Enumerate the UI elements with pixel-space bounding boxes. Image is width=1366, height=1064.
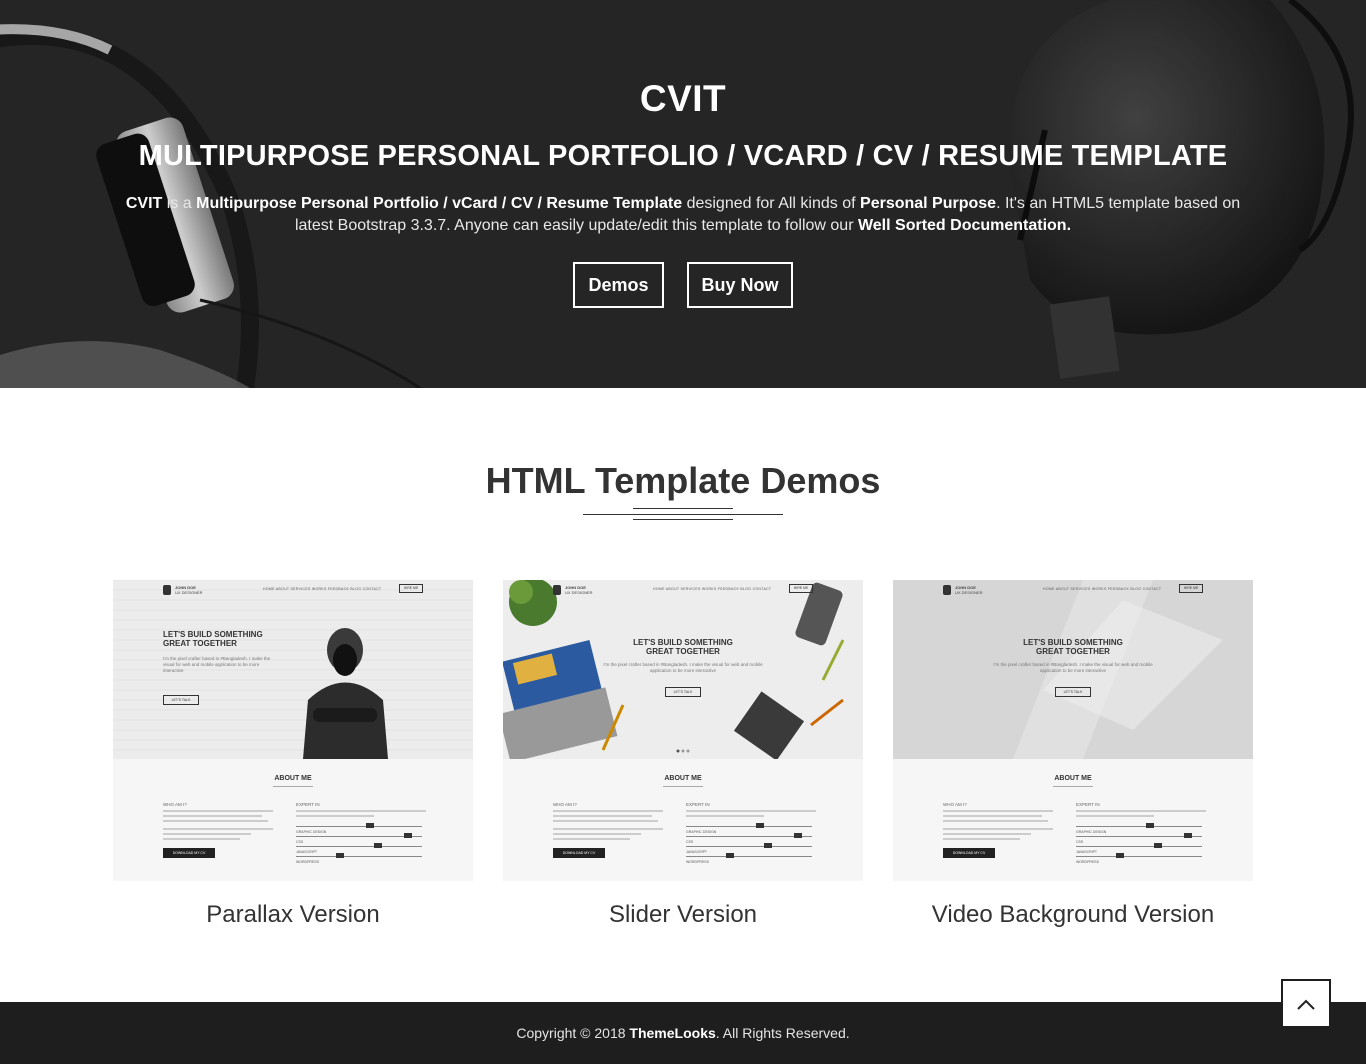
copyright-text: . All Rights Reserved. (715, 1025, 850, 1041)
demo-card-label[interactable]: Video Background Version (893, 901, 1253, 929)
desc-brand: CVIT (125, 195, 163, 212)
divider-line (633, 519, 733, 520)
chevron-up-icon (1297, 999, 1315, 1010)
thumb-brand: JOHN DOE UX DESIGNER (175, 585, 203, 595)
thumb-about-line (273, 786, 313, 787)
demo-card-label[interactable]: Parallax Version (113, 901, 473, 929)
demo-card-parallax[interactable]: JOHN DOE UX DESIGNER HOME ABOUT SERVICES … (113, 580, 473, 929)
thumb-logo (163, 585, 171, 595)
hero-description: CVIT is a Multipurpose Personal Portfoli… (120, 193, 1246, 237)
demos-heading: HTML Template Demos (485, 460, 881, 501)
demo-thumbnail-video[interactable]: JOHN DOE UX DESIGNER HOME ABOUT SERVICES … (893, 580, 1253, 881)
hero-subtitle: MULTIPURPOSE PERSONAL PORTFOLIO / VCARD … (138, 140, 1228, 172)
footer-brand-link[interactable]: ThemeLooks (629, 1025, 715, 1041)
copyright-text: Copyright © 2018 (516, 1025, 630, 1041)
desc-documentation: Well Sorted Documentation. (857, 217, 1072, 234)
thumb-intro: I'm the pixel crafter based in #Banglade… (163, 656, 271, 673)
thumb-menu: HOME ABOUT SERVICES WORKS FEEDBACK BLOG … (1043, 587, 1162, 591)
thumb-headline: LET'S BUILD SOMETHING GREAT TOGETHER (633, 638, 733, 656)
thumb-about-title: ABOUT ME (1054, 775, 1092, 782)
thumb-hire-button: HIRE ME (399, 584, 423, 593)
divider-line (633, 508, 733, 509)
thumb-about-right: EXPERT IN GRAPHIC DESIGN CSS JAVASCRIPT WOR… (686, 802, 816, 864)
hero-title: CVIT (639, 78, 727, 119)
thumb-about-right: EXPERT IN GRAPHIC DESIGN CSS JAVASCRIPT WOR… (1076, 802, 1206, 864)
thumb-about-title: ABOUT ME (664, 775, 702, 782)
desc-purpose: Personal Purpose (860, 195, 997, 212)
demo-card-video[interactable]: JOHN DOE UX DESIGNER HOME ABOUT SERVICES … (893, 580, 1253, 929)
thumb-about-left: WHO AM I? DOWNLOAD MY CV (943, 802, 1053, 858)
thumb-intro: I'm the pixel crafter based in #Banglade… (603, 662, 763, 673)
desc-product: Multipurpose Personal Portfolio / vCard … (196, 195, 683, 212)
footer: Copyright © 2018 ThemeLooks. All Rights … (0, 1002, 1366, 1064)
thumb-about-title: ABOUT ME (274, 775, 312, 782)
demos-button[interactable]: Demos (573, 262, 664, 308)
thumb-menu: HOME ABOUT SERVICES WORKS FEEDBACK BLOG … (263, 587, 382, 591)
heading-divider (583, 508, 783, 522)
thumb-headline: LET'S BUILD SOMETHING GREAT TOGETHER (1023, 638, 1123, 656)
demo-thumbnail-slider[interactable]: JOHN DOE UX DESIGNER HOME ABOUT SERVICES … (503, 580, 863, 881)
thumb-cta: LET'S TALK (163, 695, 199, 705)
thumb-hire-button: HIRE ME (789, 584, 813, 593)
thumb-cta: LET'S TALK (665, 687, 701, 697)
thumb-logo (553, 585, 561, 595)
thumb-logo (943, 585, 951, 595)
buy-now-button[interactable]: Buy Now (687, 262, 793, 308)
thumb-headline: LET'S BUILD SOMETHING GREAT TOGETHER (163, 630, 263, 648)
thumb-about-left: WHO AM I? DOWNLOAD MY CV (163, 802, 273, 858)
desc-text: designed for All kinds of (682, 195, 861, 212)
thumb-intro: I'm the pixel crafter based in #Banglade… (993, 662, 1153, 673)
thumb-about-left: WHO AM I? DOWNLOAD MY CV (553, 802, 663, 858)
desc-text: is a (162, 195, 197, 212)
back-to-top-button[interactable] (1281, 979, 1331, 1028)
thumb-hire-button: HIRE ME (1179, 584, 1203, 593)
demo-thumbnail-parallax[interactable]: JOHN DOE UX DESIGNER HOME ABOUT SERVICES … (113, 580, 473, 881)
thumb-about-right: EXPERT IN GRAPHIC DESIGN CSS JAVASCRIPT WOR… (296, 802, 426, 864)
demo-card-label[interactable]: Slider Version (503, 901, 863, 929)
thumb-brand: JOHN DOE UX DESIGNER (565, 585, 593, 595)
thumb-menu: HOME ABOUT SERVICES WORKS FEEDBACK BLOG … (653, 587, 772, 591)
demo-card-slider[interactable]: JOHN DOE UX DESIGNER HOME ABOUT SERVICES … (503, 580, 863, 929)
thumb-brand: JOHN DOE UX DESIGNER (955, 585, 983, 595)
thumb-about-line (663, 786, 703, 787)
thumb-cta: LET'S TALK (1055, 687, 1091, 697)
thumb-about-line (1053, 786, 1093, 787)
divider-line (583, 514, 783, 515)
hero-section: CVIT MULTIPURPOSE PERSONAL PORTFOLIO / V… (0, 0, 1366, 388)
